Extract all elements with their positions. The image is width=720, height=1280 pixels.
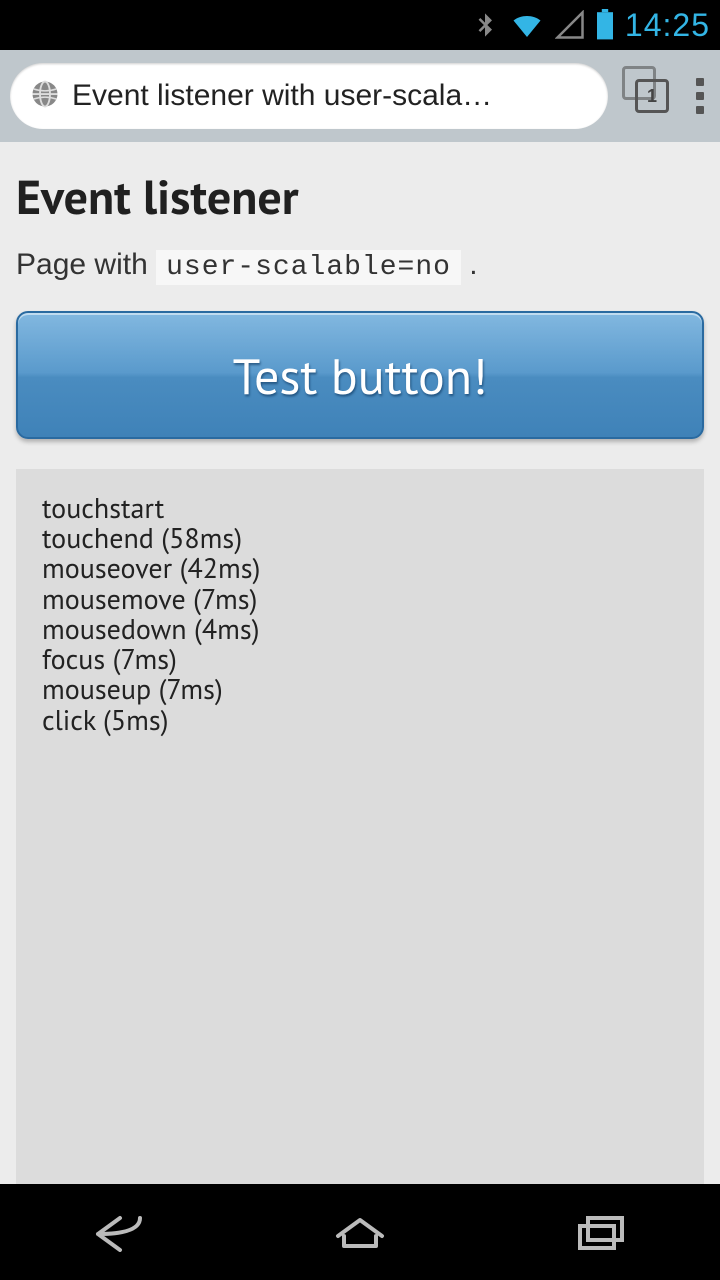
event-log-line: click (5ms)	[42, 705, 678, 735]
menu-button[interactable]	[696, 78, 704, 114]
back-button[interactable]	[70, 1202, 170, 1262]
browser-chrome: Event listener with user-scala… 1	[0, 50, 720, 142]
subtitle-text-pre: Page with	[16, 248, 156, 281]
battery-icon	[595, 9, 615, 41]
page-content: Event listener Page with user-scalable=n…	[0, 142, 720, 1184]
home-button[interactable]	[310, 1202, 410, 1262]
test-button[interactable]: Test button!	[16, 311, 704, 439]
page-title-text: Event listener with user-scala…	[72, 79, 588, 113]
event-log: touchstarttouchend (58ms)mouseover (42ms…	[16, 469, 704, 1184]
bluetooth-icon	[471, 9, 499, 41]
cell-signal-icon	[555, 10, 585, 40]
address-bar[interactable]: Event listener with user-scala…	[10, 63, 608, 129]
tab-switcher-button[interactable]: 1	[630, 74, 674, 118]
system-nav-bar	[0, 1184, 720, 1280]
tab-count: 1	[647, 86, 657, 107]
status-bar: 14:25	[0, 0, 720, 50]
page-heading: Event listener	[16, 166, 704, 228]
wifi-icon	[509, 10, 545, 40]
page-subtitle: Page with user-scalable=no .	[16, 248, 704, 283]
subtitle-code: user-scalable=no	[156, 250, 461, 285]
recent-apps-button[interactable]	[550, 1202, 650, 1262]
globe-icon	[30, 79, 60, 114]
subtitle-text-post: .	[461, 248, 478, 281]
status-time: 14:25	[625, 7, 710, 44]
